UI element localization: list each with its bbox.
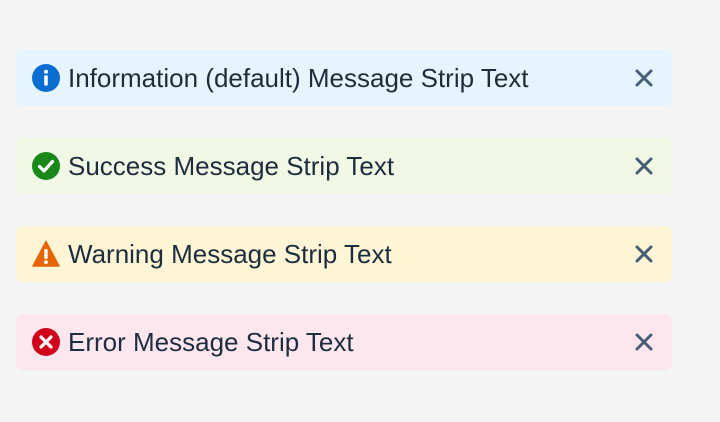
close-button[interactable]	[628, 238, 660, 270]
message-strip-error: Error Message Strip Text	[16, 314, 672, 370]
message-strip-list: Information (default) Message Strip Text…	[16, 50, 672, 402]
message-strip-text: Warning Message Strip Text	[68, 239, 392, 269]
message-strip-text: Success Message Strip Text	[68, 151, 395, 181]
close-icon	[635, 157, 653, 175]
error-circle-icon	[32, 328, 60, 356]
message-strip-warning: Warning Message Strip Text	[16, 226, 672, 282]
warning-triangle-icon	[32, 240, 60, 268]
close-button[interactable]	[628, 326, 660, 358]
message-strip-information: Information (default) Message Strip Text	[16, 50, 672, 106]
close-icon	[635, 69, 653, 87]
info-icon	[32, 64, 60, 92]
close-button[interactable]	[628, 150, 660, 182]
checkmark-circle-icon	[32, 152, 60, 180]
close-icon	[635, 333, 653, 351]
message-strip-text: Error Message Strip Text	[68, 327, 354, 357]
message-strip-text: Information (default) Message Strip Text	[68, 63, 529, 93]
close-button[interactable]	[628, 62, 660, 94]
close-icon	[635, 245, 653, 263]
message-strip-success: Success Message Strip Text	[16, 138, 672, 194]
